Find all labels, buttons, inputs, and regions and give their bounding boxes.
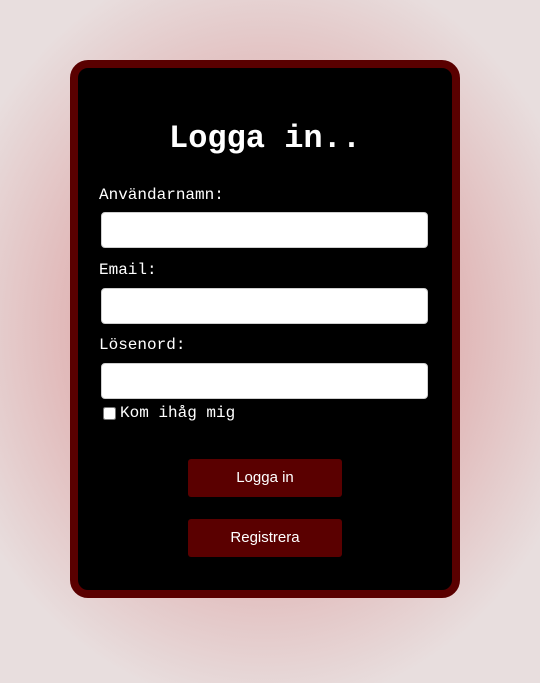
username-input[interactable]: [101, 212, 428, 248]
password-label: Lösenord:: [99, 336, 186, 354]
remember-me-row: Kom ihåg mig: [103, 403, 235, 423]
login-card: Logga in.. Användarnamn: Email: Lösenord…: [70, 60, 460, 598]
email-label: Email:: [99, 261, 157, 279]
email-input[interactable]: [101, 288, 428, 324]
login-title: Logga in..: [168, 120, 362, 157]
password-input[interactable]: [101, 363, 428, 399]
login-button[interactable]: Logga in: [188, 459, 342, 497]
register-button[interactable]: Registrera: [188, 519, 342, 557]
remember-me-checkbox[interactable]: [103, 406, 116, 420]
username-label: Användarnamn:: [99, 186, 224, 204]
remember-me-label[interactable]: Kom ihåg mig: [120, 403, 235, 423]
